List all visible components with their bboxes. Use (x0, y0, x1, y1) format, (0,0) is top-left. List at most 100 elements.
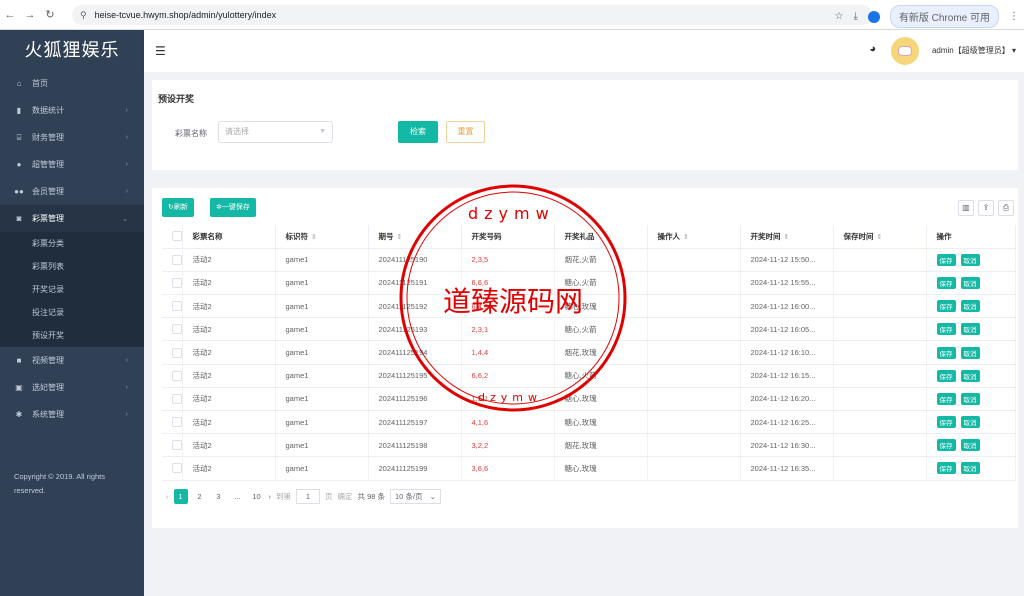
sort-icon[interactable]: ⇕ (683, 234, 689, 241)
palette-icon[interactable]: ◕ (869, 43, 876, 55)
row-save-button[interactable]: 保存 (936, 346, 956, 359)
row-save-button[interactable]: 保存 (936, 323, 956, 336)
sidebar-item-system[interactable]: ✱ 系统管理 › (0, 401, 144, 428)
col-header-issue[interactable]: 期号 ⇕ (368, 225, 462, 249)
col-header-operator[interactable]: 操作人 ⇕ (647, 225, 741, 249)
lottery-name-select[interactable]: 请选择 ▼ (218, 121, 333, 143)
sidebar-item-finance[interactable]: ⌸ 财务管理 › (0, 124, 144, 151)
goto-page-input[interactable]: 1 (296, 489, 320, 504)
address-bar[interactable]: ⚲ heise-tcvue.hwym.shop/admin/yulottery/… (72, 5, 872, 25)
row-select-cell[interactable] (162, 294, 183, 319)
row-select-cell[interactable] (162, 340, 183, 365)
save-all-button[interactable]: ✲一键保存 (210, 198, 256, 217)
sort-icon[interactable]: ⇕ (397, 234, 403, 241)
row-cancel-button[interactable]: 取消 (960, 462, 980, 475)
sidebar-subitem-category[interactable]: 彩票分类 (0, 232, 144, 255)
columns-icon[interactable]: ▥ (958, 200, 974, 216)
reload-icon[interactable]: ↻ (40, 8, 60, 21)
row-save-button[interactable]: 保存 (936, 253, 956, 266)
sidebar-subitem-list[interactable]: 彩票列表 (0, 255, 144, 278)
row-select-cell[interactable] (162, 456, 183, 481)
row-checkbox[interactable] (172, 463, 181, 474)
row-select-cell[interactable] (162, 410, 183, 435)
row-save-button[interactable]: 保存 (936, 462, 956, 475)
sort-icon[interactable]: ⇕ (784, 234, 790, 241)
sidebar-item-members[interactable]: ●● 会员管理 › (0, 178, 144, 205)
export-icon[interactable]: ⇪ (978, 200, 994, 216)
sidebar-subitem-preset-draw[interactable]: 预设开奖 (0, 324, 144, 347)
goto-confirm-button[interactable]: 确定 (338, 491, 353, 502)
col-header-saved[interactable]: 保存时间 ⇕ (833, 225, 927, 249)
page-2[interactable]: 2 (193, 489, 207, 504)
sidebar-item-admins[interactable]: ● 超管管理 › (0, 151, 144, 178)
row-save-button[interactable]: 保存 (936, 416, 956, 429)
row-cancel-button[interactable]: 取消 (960, 276, 980, 289)
select-all-cell[interactable] (162, 225, 183, 249)
print-icon[interactable]: ⎙ (998, 200, 1014, 216)
sort-icon[interactable]: ⇕ (877, 234, 883, 241)
col-header-time[interactable]: 开奖时间 ⇕ (740, 225, 834, 249)
page-ellipsis[interactable]: ... (231, 489, 245, 504)
forward-icon[interactable]: → (20, 9, 40, 21)
row-cancel-button[interactable]: 取消 (960, 253, 980, 266)
row-select-cell[interactable] (162, 387, 183, 412)
row-checkbox[interactable] (172, 417, 181, 428)
sidebar-item-home[interactable]: ⌂ 首页 (0, 70, 144, 97)
col-header-gift: 开奖礼品 (554, 225, 648, 249)
username-dropdown[interactable]: admin【超级管理员】 ▾ (932, 45, 1016, 56)
sidebar-item-stats[interactable]: ▮ 数据统计 › (0, 97, 144, 124)
bookmark-star-icon[interactable]: ☆ (834, 11, 843, 22)
row-select-cell[interactable] (162, 248, 183, 272)
row-checkbox[interactable] (172, 324, 181, 335)
col-header-key[interactable]: 标识符 ⇕ (275, 225, 369, 249)
reset-button[interactable]: 重置 (446, 121, 485, 143)
next-page-icon[interactable]: › (269, 492, 272, 501)
back-icon[interactable]: ← (0, 9, 20, 21)
row-checkbox[interactable] (172, 277, 181, 288)
row-select-cell[interactable] (162, 364, 183, 388)
sidebar-subitem-draw-record[interactable]: 开奖记录 (0, 278, 144, 301)
site-settings-icon[interactable]: ⚲ (80, 10, 87, 21)
sort-icon[interactable]: ⇕ (311, 234, 317, 241)
page-3[interactable]: 3 (212, 489, 226, 504)
row-checkbox[interactable] (172, 254, 181, 265)
row-cancel-button[interactable]: 取消 (960, 439, 980, 452)
sidebar-item-lottery[interactable]: ◙ 彩票管理 ⌄ (0, 205, 144, 232)
page-10[interactable]: 10 (250, 489, 264, 504)
row-checkbox[interactable] (172, 393, 181, 404)
page-1[interactable]: 1 (173, 489, 188, 504)
select-all-checkbox[interactable] (172, 231, 181, 242)
row-cancel-button[interactable]: 取消 (960, 369, 980, 382)
page-size-select[interactable]: 10 条/页 ⌄ (390, 489, 441, 504)
row-cancel-button[interactable]: 取消 (960, 416, 980, 429)
row-save-button[interactable]: 保存 (936, 439, 956, 452)
profile-icon[interactable] (867, 10, 880, 23)
row-save-button[interactable]: 保存 (936, 392, 956, 405)
row-save-button[interactable]: 保存 (936, 369, 956, 382)
avatar[interactable] (891, 37, 919, 65)
sidebar-item-video[interactable]: ■ 视频管理 › (0, 347, 144, 374)
cell-gift: 糖心,玫瑰 (554, 410, 648, 435)
refresh-button[interactable]: ↻刷新 (162, 198, 194, 217)
row-cancel-button[interactable]: 取消 (960, 300, 980, 313)
sidebar-subitem-bet-record[interactable]: 投注记录 (0, 301, 144, 324)
row-checkbox[interactable] (172, 301, 181, 312)
row-checkbox[interactable] (172, 370, 181, 381)
row-cancel-button[interactable]: 取消 (960, 392, 980, 405)
row-cancel-button[interactable]: 取消 (960, 323, 980, 336)
update-chrome-button[interactable]: 有新版 Chrome 可用 (889, 5, 999, 28)
row-checkbox[interactable] (172, 440, 181, 451)
row-checkbox[interactable] (172, 347, 181, 358)
more-menu-icon[interactable]: ⋮ (1009, 11, 1019, 22)
prev-page-icon[interactable]: ‹ (166, 492, 169, 501)
search-button[interactable]: 检索 (398, 121, 438, 143)
hamburger-icon[interactable]: ☰ (155, 44, 166, 58)
sidebar-item-concubine[interactable]: ▣ 选妃管理 › (0, 374, 144, 401)
row-save-button[interactable]: 保存 (936, 300, 956, 313)
row-select-cell[interactable] (162, 433, 183, 458)
row-save-button[interactable]: 保存 (936, 276, 956, 289)
row-select-cell[interactable] (162, 317, 183, 342)
row-cancel-button[interactable]: 取消 (960, 346, 980, 359)
download-icon[interactable]: ⤓ (853, 11, 857, 22)
row-select-cell[interactable] (162, 271, 183, 296)
